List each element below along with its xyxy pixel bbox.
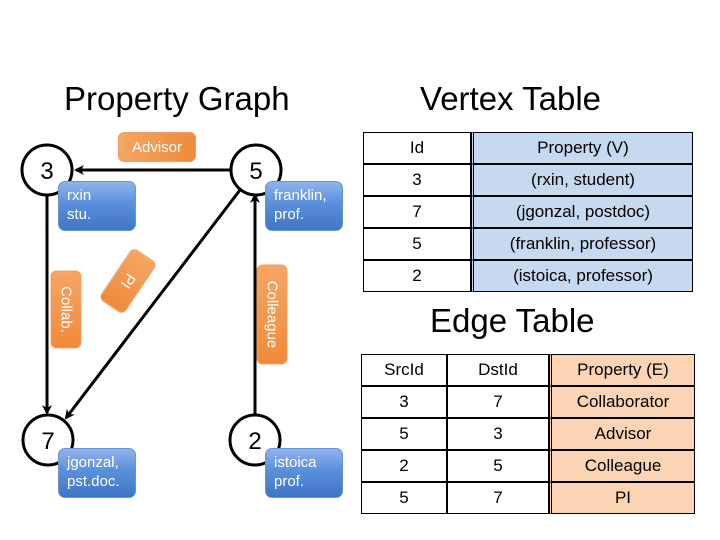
cell: Advisor xyxy=(549,418,695,450)
cell: 3 xyxy=(361,386,447,418)
vertex-property-line: jgonzal, xyxy=(67,454,119,471)
cell: 7 xyxy=(447,386,549,418)
cell: 5 xyxy=(361,418,447,450)
cell: (franklin, professor) xyxy=(471,228,693,260)
vertex-property-box-3: rxin stu. xyxy=(58,181,136,231)
vertex-property-line: istoica xyxy=(274,454,317,471)
svg-text:2: 2 xyxy=(248,428,261,455)
cell: 3 xyxy=(447,418,549,450)
header-cell: Property (E) xyxy=(549,354,695,386)
cell: 5 xyxy=(363,228,471,260)
edge-label-advisor: Advisor xyxy=(118,132,196,162)
vertex-property-line: prof. xyxy=(274,473,305,490)
cell: 2 xyxy=(361,450,447,482)
cell: (rxin, student) xyxy=(471,164,693,196)
header-cell: SrcId xyxy=(361,354,447,386)
vertex-table-header: Id Property (V) xyxy=(363,132,693,164)
cell: PI xyxy=(549,482,695,514)
cell: 3 xyxy=(363,164,471,196)
vertex-property-box-7: jgonzal, pst.doc. xyxy=(58,448,136,498)
vertex-property-line: rxin xyxy=(67,187,92,204)
vertex-property-line: pst.doc. xyxy=(67,473,120,490)
header-cell: DstId xyxy=(447,354,549,386)
cell: 5 xyxy=(447,450,549,482)
edge-label-colleague: Colleague xyxy=(256,264,288,365)
edge-table: SrcId DstId Property (E) 3 7 Collaborato… xyxy=(361,354,695,514)
edge-table-header: SrcId DstId Property (E) xyxy=(361,354,695,386)
cell: 2 xyxy=(363,260,471,292)
vertex-table: Id Property (V) 3 (rxin, student) 7 (jgo… xyxy=(363,132,693,292)
cell: (istoica, professor) xyxy=(471,260,693,292)
svg-text:3: 3 xyxy=(40,158,53,185)
table-row: 5 7 PI xyxy=(361,482,695,514)
table-row: 2 5 Colleague xyxy=(361,450,695,482)
cell: 5 xyxy=(361,482,447,514)
vertex-property-box-5: franklin, prof. xyxy=(265,181,343,231)
svg-text:5: 5 xyxy=(249,158,262,185)
cell: Collaborator xyxy=(549,386,695,418)
vertex-property-line: franklin, xyxy=(274,187,327,204)
table-row: 3 7 Collaborator xyxy=(361,386,695,418)
cell: 7 xyxy=(447,482,549,514)
vertex-property-line: prof. xyxy=(274,206,305,223)
table-row: 2 (istoica, professor) xyxy=(363,260,693,292)
table-row: 3 (rxin, student) xyxy=(363,164,693,196)
cell: (jgonzal, postdoc) xyxy=(471,196,693,228)
table-row: 7 (jgonzal, postdoc) xyxy=(363,196,693,228)
cell: Colleague xyxy=(549,450,695,482)
svg-text:7: 7 xyxy=(41,428,54,455)
header-cell: Id xyxy=(363,132,471,164)
edge-label-collab: Collab. xyxy=(50,270,82,349)
table-row: 5 3 Advisor xyxy=(361,418,695,450)
header-cell: Property (V) xyxy=(471,132,693,164)
vertex-property-line: stu. xyxy=(67,206,92,223)
table-row: 5 (franklin, professor) xyxy=(363,228,693,260)
cell: 7 xyxy=(363,196,471,228)
vertex-property-box-2: istoica prof. xyxy=(265,448,343,498)
